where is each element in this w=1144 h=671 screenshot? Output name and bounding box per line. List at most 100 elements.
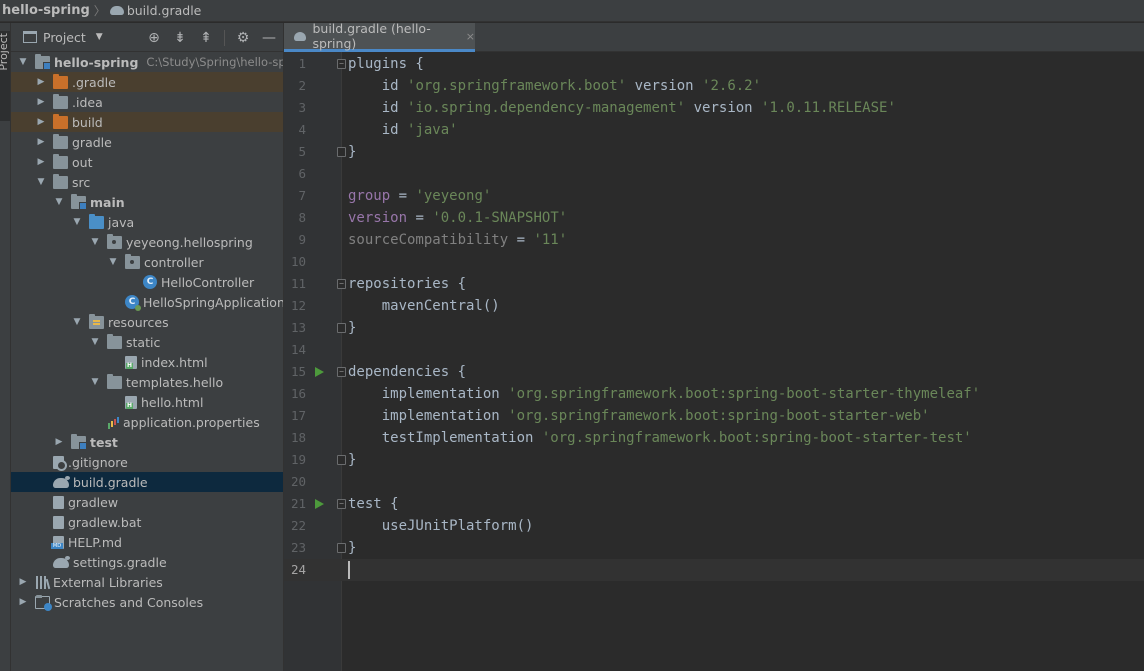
chevron-down-icon[interactable]: ▼: [71, 217, 83, 227]
locate-icon[interactable]: ⊕: [146, 30, 162, 46]
tree-item[interactable]: ▶ test: [11, 432, 283, 452]
fold-icon[interactable]: −: [337, 367, 346, 377]
fold-icon[interactable]: [337, 455, 346, 465]
tree-item[interactable]: ▶index.html: [11, 352, 283, 372]
code-line[interactable]: 11 − repositories {: [284, 273, 1144, 295]
code-line[interactable]: 8 version = '0.0.1-SNAPSHOT': [284, 207, 1144, 229]
project-view-selector[interactable]: Project: [43, 30, 86, 45]
fold-icon[interactable]: [337, 323, 346, 333]
tree-item[interactable]: ▼ java: [11, 212, 283, 232]
fold-icon[interactable]: −: [337, 499, 346, 509]
tree-item[interactable]: ▶ out: [11, 152, 283, 172]
tree-item[interactable]: ▶hello.html: [11, 392, 283, 412]
code-line[interactable]: 20: [284, 471, 1144, 493]
tree-item[interactable]: ▶ build: [11, 112, 283, 132]
tree-item[interactable]: ▶settings.gradle: [11, 552, 283, 572]
tree-item[interactable]: ▼ yeyeong.hellospring: [11, 232, 283, 252]
tree-item[interactable]: ▶build.gradle: [11, 472, 283, 492]
chevron-right-icon[interactable]: ▶: [35, 77, 47, 87]
module-folder-icon: [71, 433, 87, 450]
code-line[interactable]: 5}: [284, 141, 1144, 163]
code-line[interactable]: 4 id 'java': [284, 119, 1144, 141]
tree-item[interactable]: ▼ resources: [11, 312, 283, 332]
chevron-right-icon[interactable]: ▶: [35, 137, 47, 147]
tree-item[interactable]: ▼ main: [11, 192, 283, 212]
project-tool-tab[interactable]: Project: [0, 31, 10, 121]
code-line[interactable]: 22 useJUnitPlatform(): [284, 515, 1144, 537]
code-line[interactable]: 18 testImplementation 'org.springframewo…: [284, 427, 1144, 449]
tree-item[interactable]: ▶CHelloController: [11, 272, 283, 292]
chevron-down-icon[interactable]: ▼: [96, 32, 103, 42]
code-token: =: [390, 188, 416, 204]
tree-item[interactable]: ▼ templates.hello: [11, 372, 283, 392]
fold-icon[interactable]: [337, 543, 346, 553]
tree-item[interactable]: ▼ hello-spring C:\Study\Spring\hello-sprin…: [11, 52, 283, 72]
code-token: '0.0.1-SNAPSHOT': [432, 210, 568, 226]
module-folder-icon: [35, 53, 51, 70]
breadcrumb-file[interactable]: build.gradle: [127, 3, 202, 18]
fold-icon[interactable]: −: [337, 279, 346, 289]
chevron-right-icon[interactable]: ▶: [17, 597, 29, 607]
code-line[interactable]: 1 − plugins {: [284, 53, 1144, 75]
fold-icon[interactable]: [337, 147, 346, 157]
chevron-down-icon[interactable]: ▼: [53, 197, 65, 207]
chevron-down-icon[interactable]: ▼: [17, 57, 29, 67]
tree-item[interactable]: ▶ .gradle: [11, 72, 283, 92]
code-line[interactable]: 6: [284, 163, 1144, 185]
chevron-down-icon[interactable]: ▼: [89, 337, 101, 347]
chevron-down-icon[interactable]: ▼: [89, 377, 101, 387]
code-line[interactable]: 7 group = 'yeyeong': [284, 185, 1144, 207]
tree-item[interactable]: ▶.gitignore: [11, 452, 283, 472]
close-icon[interactable]: ×: [466, 30, 475, 43]
chevron-right-icon[interactable]: ▶: [35, 157, 47, 167]
code-line[interactable]: 17 implementation 'org.springframework.b…: [284, 405, 1144, 427]
tree-item[interactable]: ▶application.properties: [11, 412, 283, 432]
tree-item[interactable]: ▶gradlew.bat: [11, 512, 283, 532]
chevron-right-icon[interactable]: ▶: [35, 97, 47, 107]
tree-item[interactable]: ▶ External Libraries: [11, 572, 283, 592]
tree-item[interactable]: ▶ .idea: [11, 92, 283, 112]
chevron-down-icon[interactable]: ▼: [71, 317, 83, 327]
code-line[interactable]: 16 implementation 'org.springframework.b…: [284, 383, 1144, 405]
code-line[interactable]: 2 id 'org.springframework.boot' version …: [284, 75, 1144, 97]
tree-item[interactable]: ▶HELP.md: [11, 532, 283, 552]
expand-all-icon[interactable]: ⇟: [172, 30, 188, 46]
tree-item[interactable]: ▼ controller: [11, 252, 283, 272]
fold-icon[interactable]: −: [337, 59, 346, 69]
chevron-down-icon[interactable]: ▼: [35, 177, 47, 187]
chevron-right-icon[interactable]: ▶: [53, 437, 65, 447]
tree-item[interactable]: ▶CHelloSpringApplication: [11, 292, 283, 312]
tree-item[interactable]: ▼ src: [11, 172, 283, 192]
chevron-down-icon[interactable]: ▼: [89, 237, 101, 247]
tree-item[interactable]: ▶gradlew: [11, 492, 283, 512]
gear-icon[interactable]: ⚙: [235, 30, 251, 46]
code-line[interactable]: 12 mavenCentral(): [284, 295, 1144, 317]
code-text: repositories {: [348, 273, 466, 295]
chevron-right-icon[interactable]: ▶: [17, 577, 29, 587]
minimize-icon[interactable]: —: [261, 30, 277, 46]
package-icon: [125, 253, 140, 269]
code-line[interactable]: 9 sourceCompatibility = '11': [284, 229, 1144, 251]
code-line[interactable]: 21 − test {: [284, 493, 1144, 515]
code-line[interactable]: 24: [284, 559, 1144, 581]
code-line[interactable]: 19}: [284, 449, 1144, 471]
breadcrumb-project[interactable]: hello-spring: [2, 3, 90, 18]
run-gutter-icon[interactable]: [315, 367, 324, 377]
code-editor[interactable]: 1− plugins {2 id 'org.springframework.boo…: [284, 52, 1144, 671]
chevron-right-icon[interactable]: ▶: [35, 117, 47, 127]
code-line[interactable]: 3 id 'io.spring.dependency-management' v…: [284, 97, 1144, 119]
code-line[interactable]: 13}: [284, 317, 1144, 339]
run-gutter-icon[interactable]: [315, 499, 324, 509]
code-text: }: [348, 449, 356, 471]
code-line[interactable]: 23}: [284, 537, 1144, 559]
chevron-down-icon[interactable]: ▼: [107, 257, 119, 267]
tree-item[interactable]: ▶ Scratches and Consoles: [11, 592, 283, 612]
tree-item[interactable]: ▶ gradle: [11, 132, 283, 152]
code-line[interactable]: 10: [284, 251, 1144, 273]
collapse-all-icon[interactable]: ⇞: [198, 30, 214, 46]
editor-tab-build-gradle[interactable]: build.gradle (hello-spring) ×: [284, 21, 475, 52]
code-line[interactable]: 15 − dependencies {: [284, 361, 1144, 383]
tree-item[interactable]: ▼ static: [11, 332, 283, 352]
code-token: id: [348, 78, 408, 94]
code-line[interactable]: 14: [284, 339, 1144, 361]
